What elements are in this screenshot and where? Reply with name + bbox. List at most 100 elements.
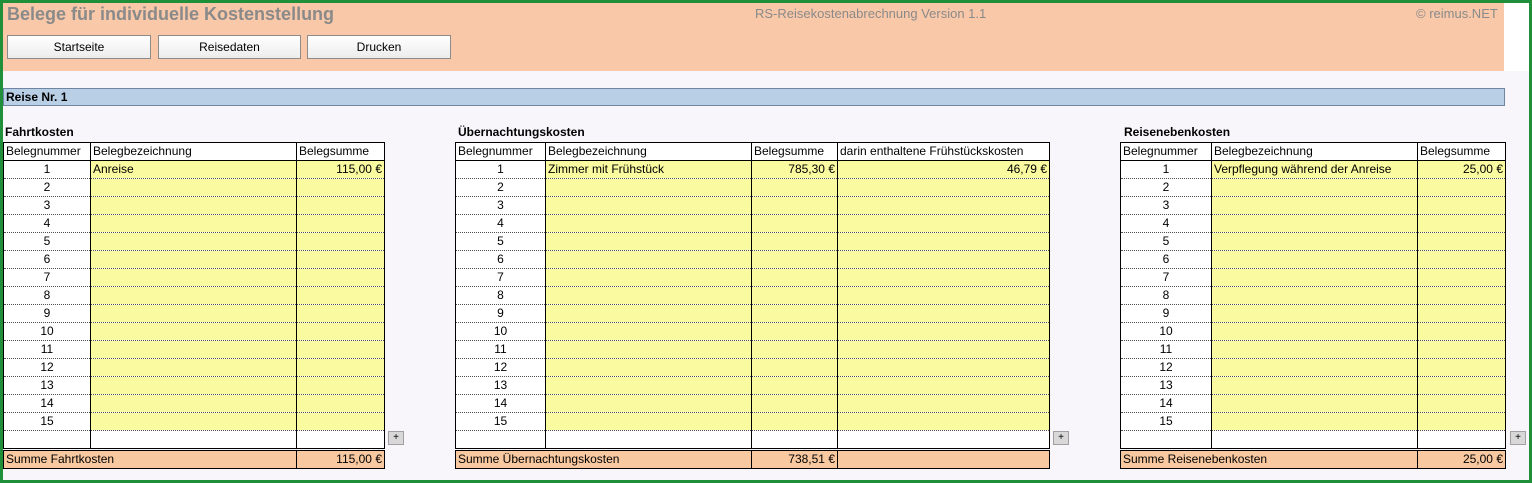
- beleg-amount-cell[interactable]: [1417, 268, 1506, 287]
- beleg-amount-cell[interactable]: [296, 268, 385, 287]
- nebenkosten-expand-button[interactable]: +: [1510, 431, 1526, 445]
- beleg-amount-cell[interactable]: [1417, 286, 1506, 305]
- beleg-amount-cell[interactable]: 785,30 €: [751, 160, 838, 179]
- beleg-description-cell[interactable]: [90, 232, 297, 251]
- beleg-description-cell[interactable]: [1211, 214, 1418, 233]
- beleg-amount-cell[interactable]: [751, 286, 838, 305]
- beleg-amount-cell[interactable]: 115,00 €: [296, 160, 385, 179]
- beleg-amount-cell[interactable]: [1417, 340, 1506, 359]
- beleg-amount-cell[interactable]: [837, 250, 1050, 269]
- beleg-amount-cell[interactable]: [837, 376, 1050, 395]
- beleg-amount-cell[interactable]: [751, 196, 838, 215]
- beleg-description-cell[interactable]: [90, 340, 297, 359]
- beleg-amount-cell[interactable]: [837, 394, 1050, 413]
- beleg-amount-cell[interactable]: [1417, 196, 1506, 215]
- drucken-button[interactable]: Drucken: [307, 35, 451, 59]
- beleg-description-cell[interactable]: [90, 178, 297, 197]
- beleg-amount-cell[interactable]: [837, 268, 1050, 287]
- beleg-amount-cell[interactable]: [296, 214, 385, 233]
- beleg-description-cell[interactable]: [545, 196, 752, 215]
- beleg-amount-cell[interactable]: [751, 394, 838, 413]
- fahrtkosten-expand-button[interactable]: +: [388, 431, 404, 445]
- beleg-amount-cell[interactable]: [1417, 214, 1506, 233]
- beleg-description-cell[interactable]: [1211, 196, 1418, 215]
- beleg-amount-cell[interactable]: [751, 232, 838, 251]
- beleg-amount-cell[interactable]: [296, 322, 385, 341]
- uebernachtung-expand-button[interactable]: +: [1053, 431, 1069, 445]
- beleg-description-cell[interactable]: [1211, 358, 1418, 377]
- beleg-description-cell[interactable]: [90, 376, 297, 395]
- beleg-amount-cell[interactable]: 46,79 €: [837, 160, 1050, 179]
- beleg-amount-cell[interactable]: [296, 250, 385, 269]
- beleg-description-cell[interactable]: [545, 340, 752, 359]
- beleg-description-cell[interactable]: [545, 214, 752, 233]
- beleg-amount-cell[interactable]: [1417, 232, 1506, 251]
- beleg-amount-cell[interactable]: [751, 250, 838, 269]
- beleg-amount-cell[interactable]: [837, 412, 1050, 431]
- beleg-description-cell[interactable]: [545, 286, 752, 305]
- beleg-description-cell[interactable]: [1211, 268, 1418, 287]
- beleg-amount-cell[interactable]: [1417, 394, 1506, 413]
- beleg-amount-cell[interactable]: [751, 304, 838, 323]
- beleg-description-cell[interactable]: [90, 358, 297, 377]
- beleg-amount-cell[interactable]: [1417, 322, 1506, 341]
- beleg-description-cell[interactable]: [545, 412, 752, 431]
- beleg-description-cell[interactable]: [545, 376, 752, 395]
- beleg-amount-cell[interactable]: [751, 376, 838, 395]
- startseite-button[interactable]: Startseite: [7, 35, 151, 59]
- beleg-amount-cell[interactable]: [296, 358, 385, 377]
- beleg-amount-cell[interactable]: 25,00 €: [1417, 160, 1506, 179]
- beleg-amount-cell[interactable]: [837, 340, 1050, 359]
- beleg-description-cell[interactable]: [1211, 178, 1418, 197]
- beleg-description-cell[interactable]: [1211, 412, 1418, 431]
- beleg-description-cell[interactable]: [1211, 322, 1418, 341]
- beleg-amount-cell[interactable]: [751, 358, 838, 377]
- beleg-description-cell[interactable]: [1211, 376, 1418, 395]
- beleg-description-cell[interactable]: [90, 196, 297, 215]
- beleg-amount-cell[interactable]: [751, 214, 838, 233]
- beleg-amount-cell[interactable]: [296, 286, 385, 305]
- beleg-description-cell[interactable]: [90, 214, 297, 233]
- beleg-description-cell[interactable]: [545, 178, 752, 197]
- beleg-description-cell[interactable]: Verpflegung während der Anreise: [1211, 160, 1418, 179]
- beleg-description-cell[interactable]: [545, 232, 752, 251]
- beleg-amount-cell[interactable]: [1417, 412, 1506, 431]
- beleg-amount-cell[interactable]: [837, 358, 1050, 377]
- beleg-amount-cell[interactable]: [296, 304, 385, 323]
- beleg-amount-cell[interactable]: [1417, 376, 1506, 395]
- reisedaten-button[interactable]: Reisedaten: [158, 35, 301, 59]
- beleg-amount-cell[interactable]: [296, 340, 385, 359]
- beleg-description-cell[interactable]: [90, 268, 297, 287]
- beleg-amount-cell[interactable]: [296, 412, 385, 431]
- beleg-amount-cell[interactable]: [751, 178, 838, 197]
- beleg-amount-cell[interactable]: [1417, 358, 1506, 377]
- beleg-description-cell[interactable]: [545, 358, 752, 377]
- beleg-description-cell[interactable]: [545, 394, 752, 413]
- beleg-amount-cell[interactable]: [837, 178, 1050, 197]
- beleg-amount-cell[interactable]: [1417, 250, 1506, 269]
- beleg-amount-cell[interactable]: [837, 304, 1050, 323]
- beleg-description-cell[interactable]: Anreise: [90, 160, 297, 179]
- beleg-amount-cell[interactable]: [837, 196, 1050, 215]
- beleg-amount-cell[interactable]: [296, 196, 385, 215]
- beleg-amount-cell[interactable]: [296, 178, 385, 197]
- beleg-description-cell[interactable]: [545, 250, 752, 269]
- beleg-description-cell[interactable]: [1211, 340, 1418, 359]
- beleg-amount-cell[interactable]: [751, 268, 838, 287]
- beleg-amount-cell[interactable]: [751, 340, 838, 359]
- beleg-description-cell[interactable]: [1211, 232, 1418, 251]
- beleg-amount-cell[interactable]: [837, 322, 1050, 341]
- beleg-description-cell[interactable]: [1211, 394, 1418, 413]
- beleg-amount-cell[interactable]: [296, 394, 385, 413]
- beleg-description-cell[interactable]: [90, 394, 297, 413]
- beleg-amount-cell[interactable]: [751, 322, 838, 341]
- beleg-amount-cell[interactable]: [837, 286, 1050, 305]
- beleg-description-cell[interactable]: [1211, 250, 1418, 269]
- beleg-amount-cell[interactable]: [837, 214, 1050, 233]
- beleg-description-cell[interactable]: [1211, 286, 1418, 305]
- beleg-amount-cell[interactable]: [296, 232, 385, 251]
- beleg-description-cell[interactable]: [1211, 304, 1418, 323]
- beleg-description-cell[interactable]: [545, 268, 752, 287]
- beleg-amount-cell[interactable]: [296, 376, 385, 395]
- beleg-amount-cell[interactable]: [751, 412, 838, 431]
